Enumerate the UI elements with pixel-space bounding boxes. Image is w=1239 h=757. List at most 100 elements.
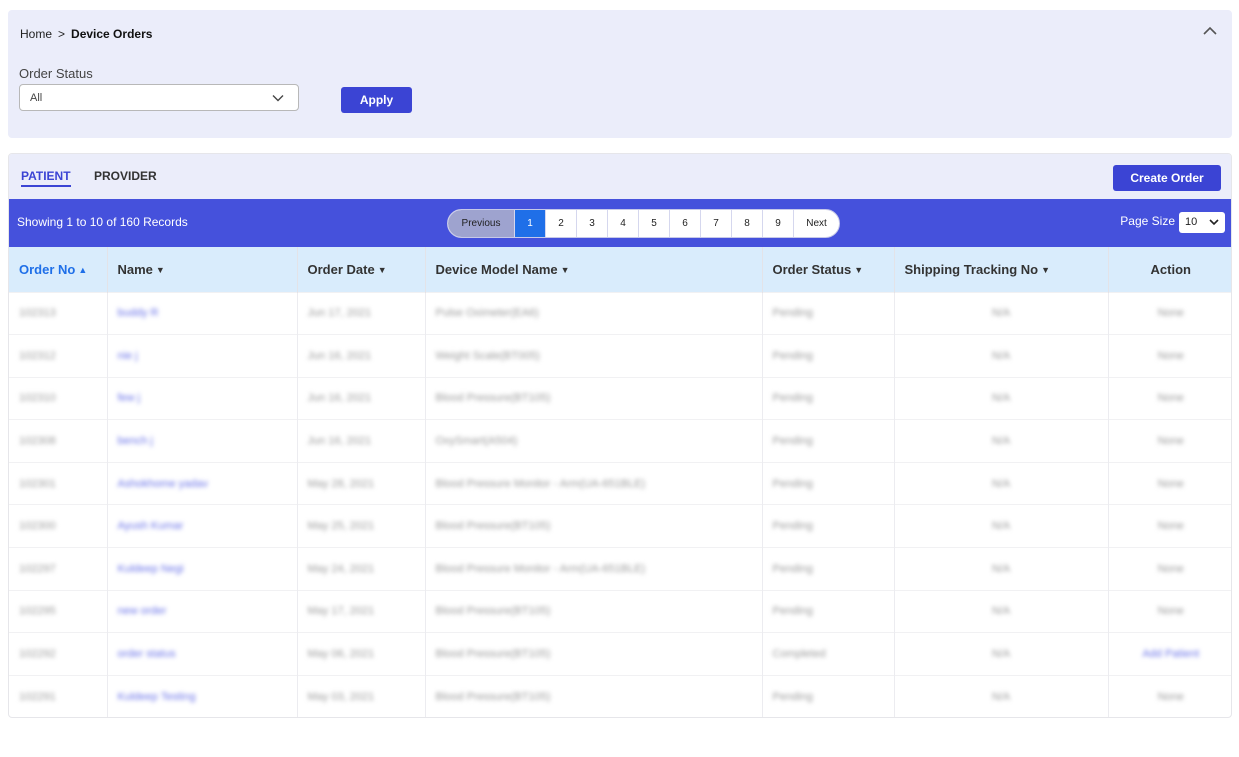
breadcrumb-home[interactable]: Home <box>20 27 52 41</box>
cell-order-no: 102300 <box>9 504 108 548</box>
cell-device-model: Blood Pressure(BT105) <box>425 674 763 717</box>
cell-name-link[interactable]: few j <box>107 376 298 420</box>
column-header-order-date[interactable]: Order Date ▼ <box>297 247 426 292</box>
chevron-down-icon <box>1209 219 1219 226</box>
table-row: 102297 Kuldeep Negi May 24, 2021 Blood P… <box>9 547 1231 591</box>
tab-patient[interactable]: PATIENT <box>21 169 71 187</box>
pagination: Previous 1 2 3 4 5 6 7 8 9 Next <box>447 209 840 238</box>
chevron-up-icon[interactable] <box>1202 24 1218 38</box>
cell-order-status: Pending <box>762 419 895 463</box>
cell-device-model: OxySmart(A504) <box>425 419 763 463</box>
page-button-5[interactable]: 5 <box>638 210 669 237</box>
page-button-4[interactable]: 4 <box>607 210 638 237</box>
cell-name-link[interactable]: Ayush Kumar <box>107 504 298 548</box>
chevron-down-icon <box>272 95 284 102</box>
cell-name-link[interactable]: Ashokhome yadav <box>107 461 298 505</box>
page-button-3[interactable]: 3 <box>576 210 607 237</box>
orders-table: Order No ▲ Name ▼ Order Date ▼ Device Model… <box>9 247 1231 717</box>
cell-order-no: 102308 <box>9 419 108 463</box>
cell-order-no: 102291 <box>9 674 108 717</box>
table-row: 102292 order status May 06, 2021 Blood P… <box>9 632 1231 676</box>
cell-order-no: 102313 <box>9 291 108 335</box>
column-header-action: Action <box>1108 247 1231 292</box>
sort-desc-icon: ▼ <box>1041 264 1051 275</box>
cell-order-status: Pending <box>762 291 895 335</box>
records-count: Showing 1 to 10 of 160 Records <box>17 215 188 229</box>
page-button-2[interactable]: 2 <box>545 210 576 237</box>
previous-page-button[interactable]: Previous <box>448 210 514 237</box>
table-row: 102310 few j Jun 16, 2021 Blood Pressure… <box>9 376 1231 420</box>
cell-name-link[interactable]: bench j <box>107 419 298 463</box>
filter-panel: Home > Device Orders Order Status All Ap… <box>8 10 1232 138</box>
records-bar: Showing 1 to 10 of 160 Records Previous … <box>9 199 1231 247</box>
cell-tracking-no: N/A <box>894 461 1109 505</box>
order-status-label: Order Status <box>19 66 93 81</box>
column-header-name[interactable]: Name ▼ <box>107 247 298 292</box>
add-patient-link[interactable]: Add Patient <box>1108 632 1231 676</box>
cell-action: None <box>1108 504 1231 548</box>
page-button-9[interactable]: 9 <box>762 210 793 237</box>
breadcrumb: Home > Device Orders <box>20 27 152 41</box>
cell-name-link[interactable]: new order <box>107 589 298 633</box>
create-order-button[interactable]: Create Order <box>1113 165 1221 191</box>
cell-order-date: Jun 16, 2021 <box>297 334 426 378</box>
cell-order-no: 102301 <box>9 461 108 505</box>
cell-order-status: Pending <box>762 376 895 420</box>
table-header-row: Order No ▲ Name ▼ Order Date ▼ Device Model… <box>9 247 1231 292</box>
cell-order-no: 102297 <box>9 547 108 591</box>
page-button-6[interactable]: 6 <box>669 210 700 237</box>
table-row: 102291 Kuldeep Testing May 03, 2021 Bloo… <box>9 674 1231 717</box>
cell-order-date: Jun 17, 2021 <box>297 291 426 335</box>
column-header-order-no[interactable]: Order No ▲ <box>9 247 108 292</box>
cell-tracking-no: N/A <box>894 334 1109 378</box>
page-size-label: Page Size <box>1120 214 1175 228</box>
cell-action: None <box>1108 291 1231 335</box>
cell-action: None <box>1108 334 1231 378</box>
cell-name-link[interactable]: Kuldeep Testing <box>107 674 298 717</box>
sort-desc-icon: ▼ <box>377 264 387 275</box>
cell-order-date: May 24, 2021 <box>297 547 426 591</box>
cell-device-model: Weight Scale(BT005) <box>425 334 763 378</box>
cell-order-no: 102292 <box>9 632 108 676</box>
cell-device-model: Blood Pressure Monitor - Arm(UA-651BLE) <box>425 461 763 505</box>
column-header-tracking-no[interactable]: Shipping Tracking No ▼ <box>894 247 1109 292</box>
tab-provider[interactable]: PROVIDER <box>94 169 157 183</box>
cell-order-status: Pending <box>762 461 895 505</box>
cell-name-link[interactable]: Kuldeep Negi <box>107 547 298 591</box>
apply-button[interactable]: Apply <box>341 87 412 113</box>
cell-tracking-no: N/A <box>894 589 1109 633</box>
cell-order-status: Pending <box>762 504 895 548</box>
cell-tracking-no: N/A <box>894 504 1109 548</box>
table-row: 102313 buddy R Jun 17, 2021 Pulse Oximet… <box>9 291 1231 335</box>
cell-tracking-no: N/A <box>894 632 1109 676</box>
cell-order-no: 102312 <box>9 334 108 378</box>
page-button-1[interactable]: 1 <box>514 210 545 237</box>
cell-device-model: Blood Pressure(BT105) <box>425 589 763 633</box>
cell-order-status: Pending <box>762 674 895 717</box>
column-header-device-model[interactable]: Device Model Name ▼ <box>425 247 763 292</box>
cell-order-status: Pending <box>762 589 895 633</box>
cell-name-link[interactable]: buddy R <box>107 291 298 335</box>
cell-name-link[interactable]: order status <box>107 632 298 676</box>
cell-order-date: Jun 16, 2021 <box>297 376 426 420</box>
sort-desc-icon: ▼ <box>560 264 570 275</box>
order-status-select[interactable]: All <box>19 84 299 111</box>
cell-action: None <box>1108 376 1231 420</box>
column-header-order-status[interactable]: Order Status ▼ <box>762 247 895 292</box>
page-button-7[interactable]: 7 <box>700 210 731 237</box>
cell-device-model: Blood Pressure(BT105) <box>425 376 763 420</box>
cell-tracking-no: N/A <box>894 291 1109 335</box>
cell-device-model: Pulse Oximeter(EA6) <box>425 291 763 335</box>
cell-tracking-no: N/A <box>894 419 1109 463</box>
page-button-8[interactable]: 8 <box>731 210 762 237</box>
breadcrumb-separator: > <box>58 27 66 41</box>
breadcrumb-current: Device Orders <box>71 27 153 41</box>
page-size-select[interactable]: 10 <box>1179 212 1225 233</box>
cell-order-date: May 17, 2021 <box>297 589 426 633</box>
cell-order-date: Jun 16, 2021 <box>297 419 426 463</box>
cell-device-model: Blood Pressure(BT105) <box>425 632 763 676</box>
cell-name-link[interactable]: nie j <box>107 334 298 378</box>
table-row: 102295 new order May 17, 2021 Blood Pres… <box>9 589 1231 633</box>
cell-order-date: May 06, 2021 <box>297 632 426 676</box>
next-page-button[interactable]: Next <box>793 210 839 237</box>
